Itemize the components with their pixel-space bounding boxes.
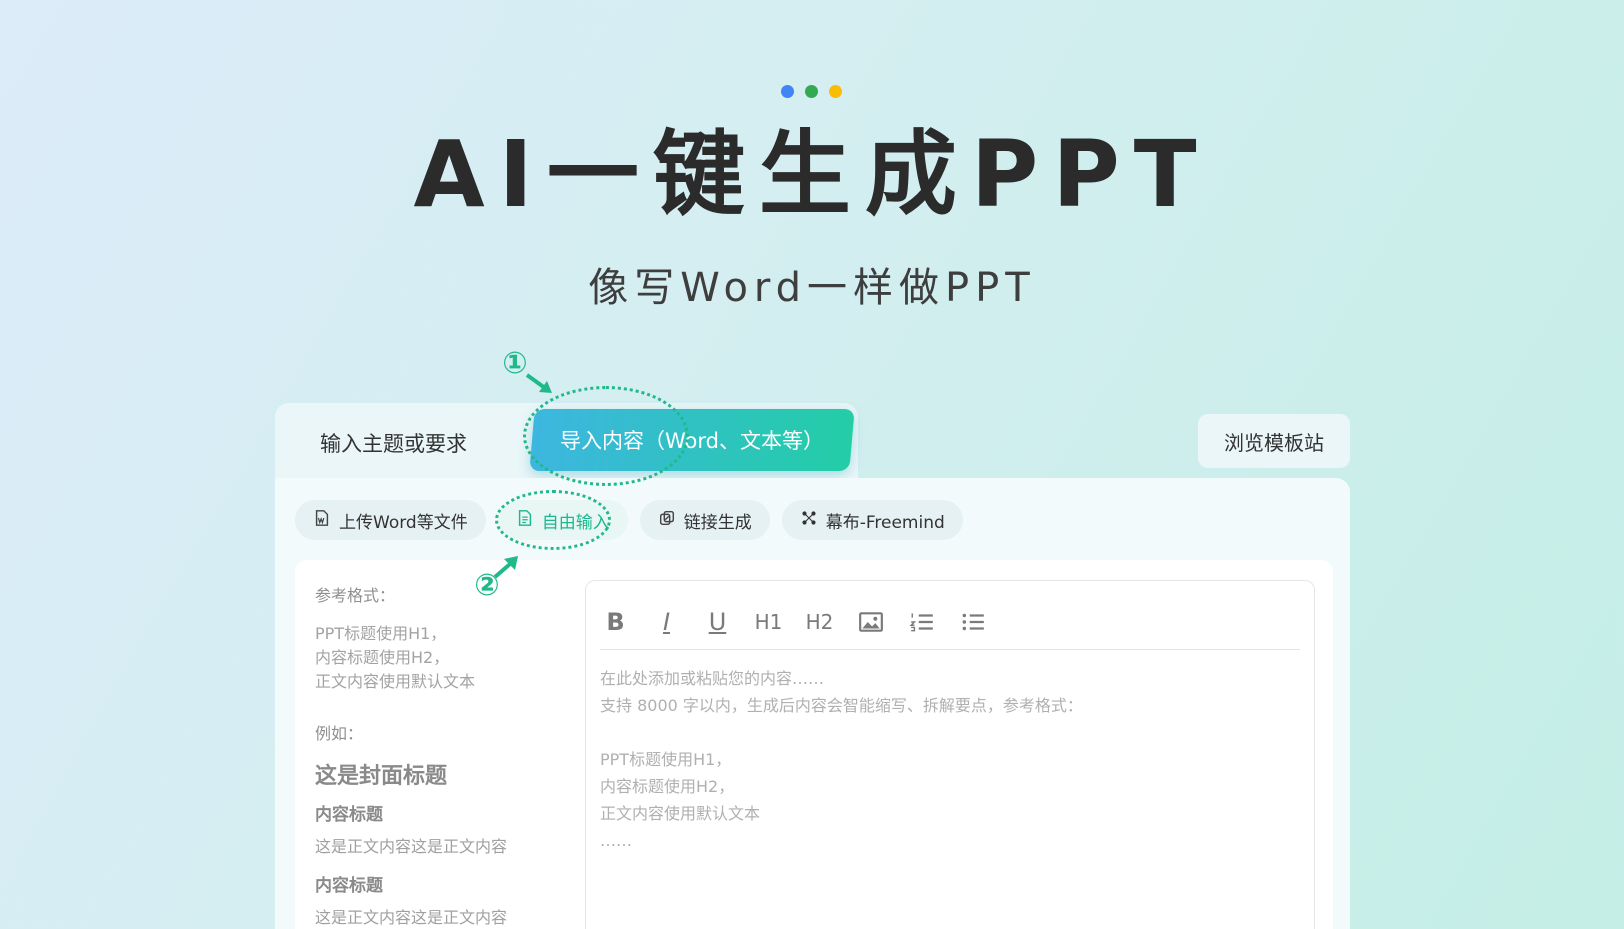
tab-topic-input[interactable]: 输入主题或要求 (275, 403, 555, 483)
reference-guide: 参考格式： PPT标题使用H1， 内容标题使用H2， 正文内容使用默认文本 例如… (315, 582, 565, 928)
subtab-link-generate-label: 链接生成 (683, 512, 752, 533)
green-dot (805, 85, 818, 98)
image-icon[interactable] (855, 605, 886, 639)
example-content-title: 内容标题 (315, 876, 383, 896)
example-content-title: 内容标题 (315, 805, 383, 825)
subtab-upload-word-label: 上传Word等文件 (339, 512, 468, 533)
page-title: AI一键生成PPT (413, 121, 1211, 228)
annotation-ellipse-2 (495, 490, 611, 550)
format-line: 内容标题使用H2， (315, 648, 450, 667)
yellow-dot (829, 85, 842, 98)
italic-icon[interactable]: I (651, 605, 682, 639)
editor-placeholder[interactable]: 在此处添加或粘贴您的内容…… 支持 8000 字以内，生成后内容会智能缩写、拆解… (600, 665, 1280, 854)
decorative-dots (781, 85, 842, 98)
subtab-upload-word[interactable]: 上传Word等文件 (295, 500, 486, 540)
format-line: PPT标题使用H1， (315, 624, 447, 643)
example-cover-title: 这是封面标题 (315, 764, 448, 789)
underline-icon[interactable]: U (702, 605, 733, 639)
mindmap-icon (800, 509, 818, 532)
editor-toolbar: B I U H1 H2 (600, 595, 1300, 650)
bold-icon[interactable]: B (600, 605, 631, 639)
example-heading: 例如： (315, 724, 364, 743)
annotation-ellipse-1 (523, 386, 689, 486)
format-heading: 参考格式： (315, 586, 396, 605)
arrow-icon (493, 556, 518, 579)
blue-dot (781, 85, 794, 98)
subtab-mindmap[interactable]: 幕布-Freemind (781, 500, 963, 540)
subtab-bar: 上传Word等文件 自由输入 链接生成 幕布-Freemind (295, 500, 963, 540)
word-file-icon (313, 509, 331, 532)
tab-topic-label: 输入主题或要求 (320, 432, 467, 456)
format-line: 正文内容使用默认文本 (315, 672, 476, 691)
page-subtitle: 像写Word一样做PPT (588, 265, 1036, 311)
heading2-icon[interactable]: H2 (804, 605, 835, 639)
arrow-icon (525, 373, 552, 393)
example-body-text: 这是正文内容这是正文内容 (315, 837, 508, 856)
example-body-text: 这是正文内容这是正文内容 (315, 908, 508, 927)
bullet-list-icon[interactable] (957, 605, 988, 639)
subtab-link-generate[interactable]: 链接生成 (639, 500, 770, 540)
subtab-mindmap-label: 幕布-Freemind (825, 512, 945, 533)
ordered-list-icon[interactable] (906, 605, 937, 639)
heading1-icon[interactable]: H1 (753, 605, 784, 639)
browse-templates-button[interactable]: 浏览模板站 (1198, 414, 1350, 468)
link-icon (658, 509, 676, 532)
browse-templates-label: 浏览模板站 (1224, 430, 1324, 455)
